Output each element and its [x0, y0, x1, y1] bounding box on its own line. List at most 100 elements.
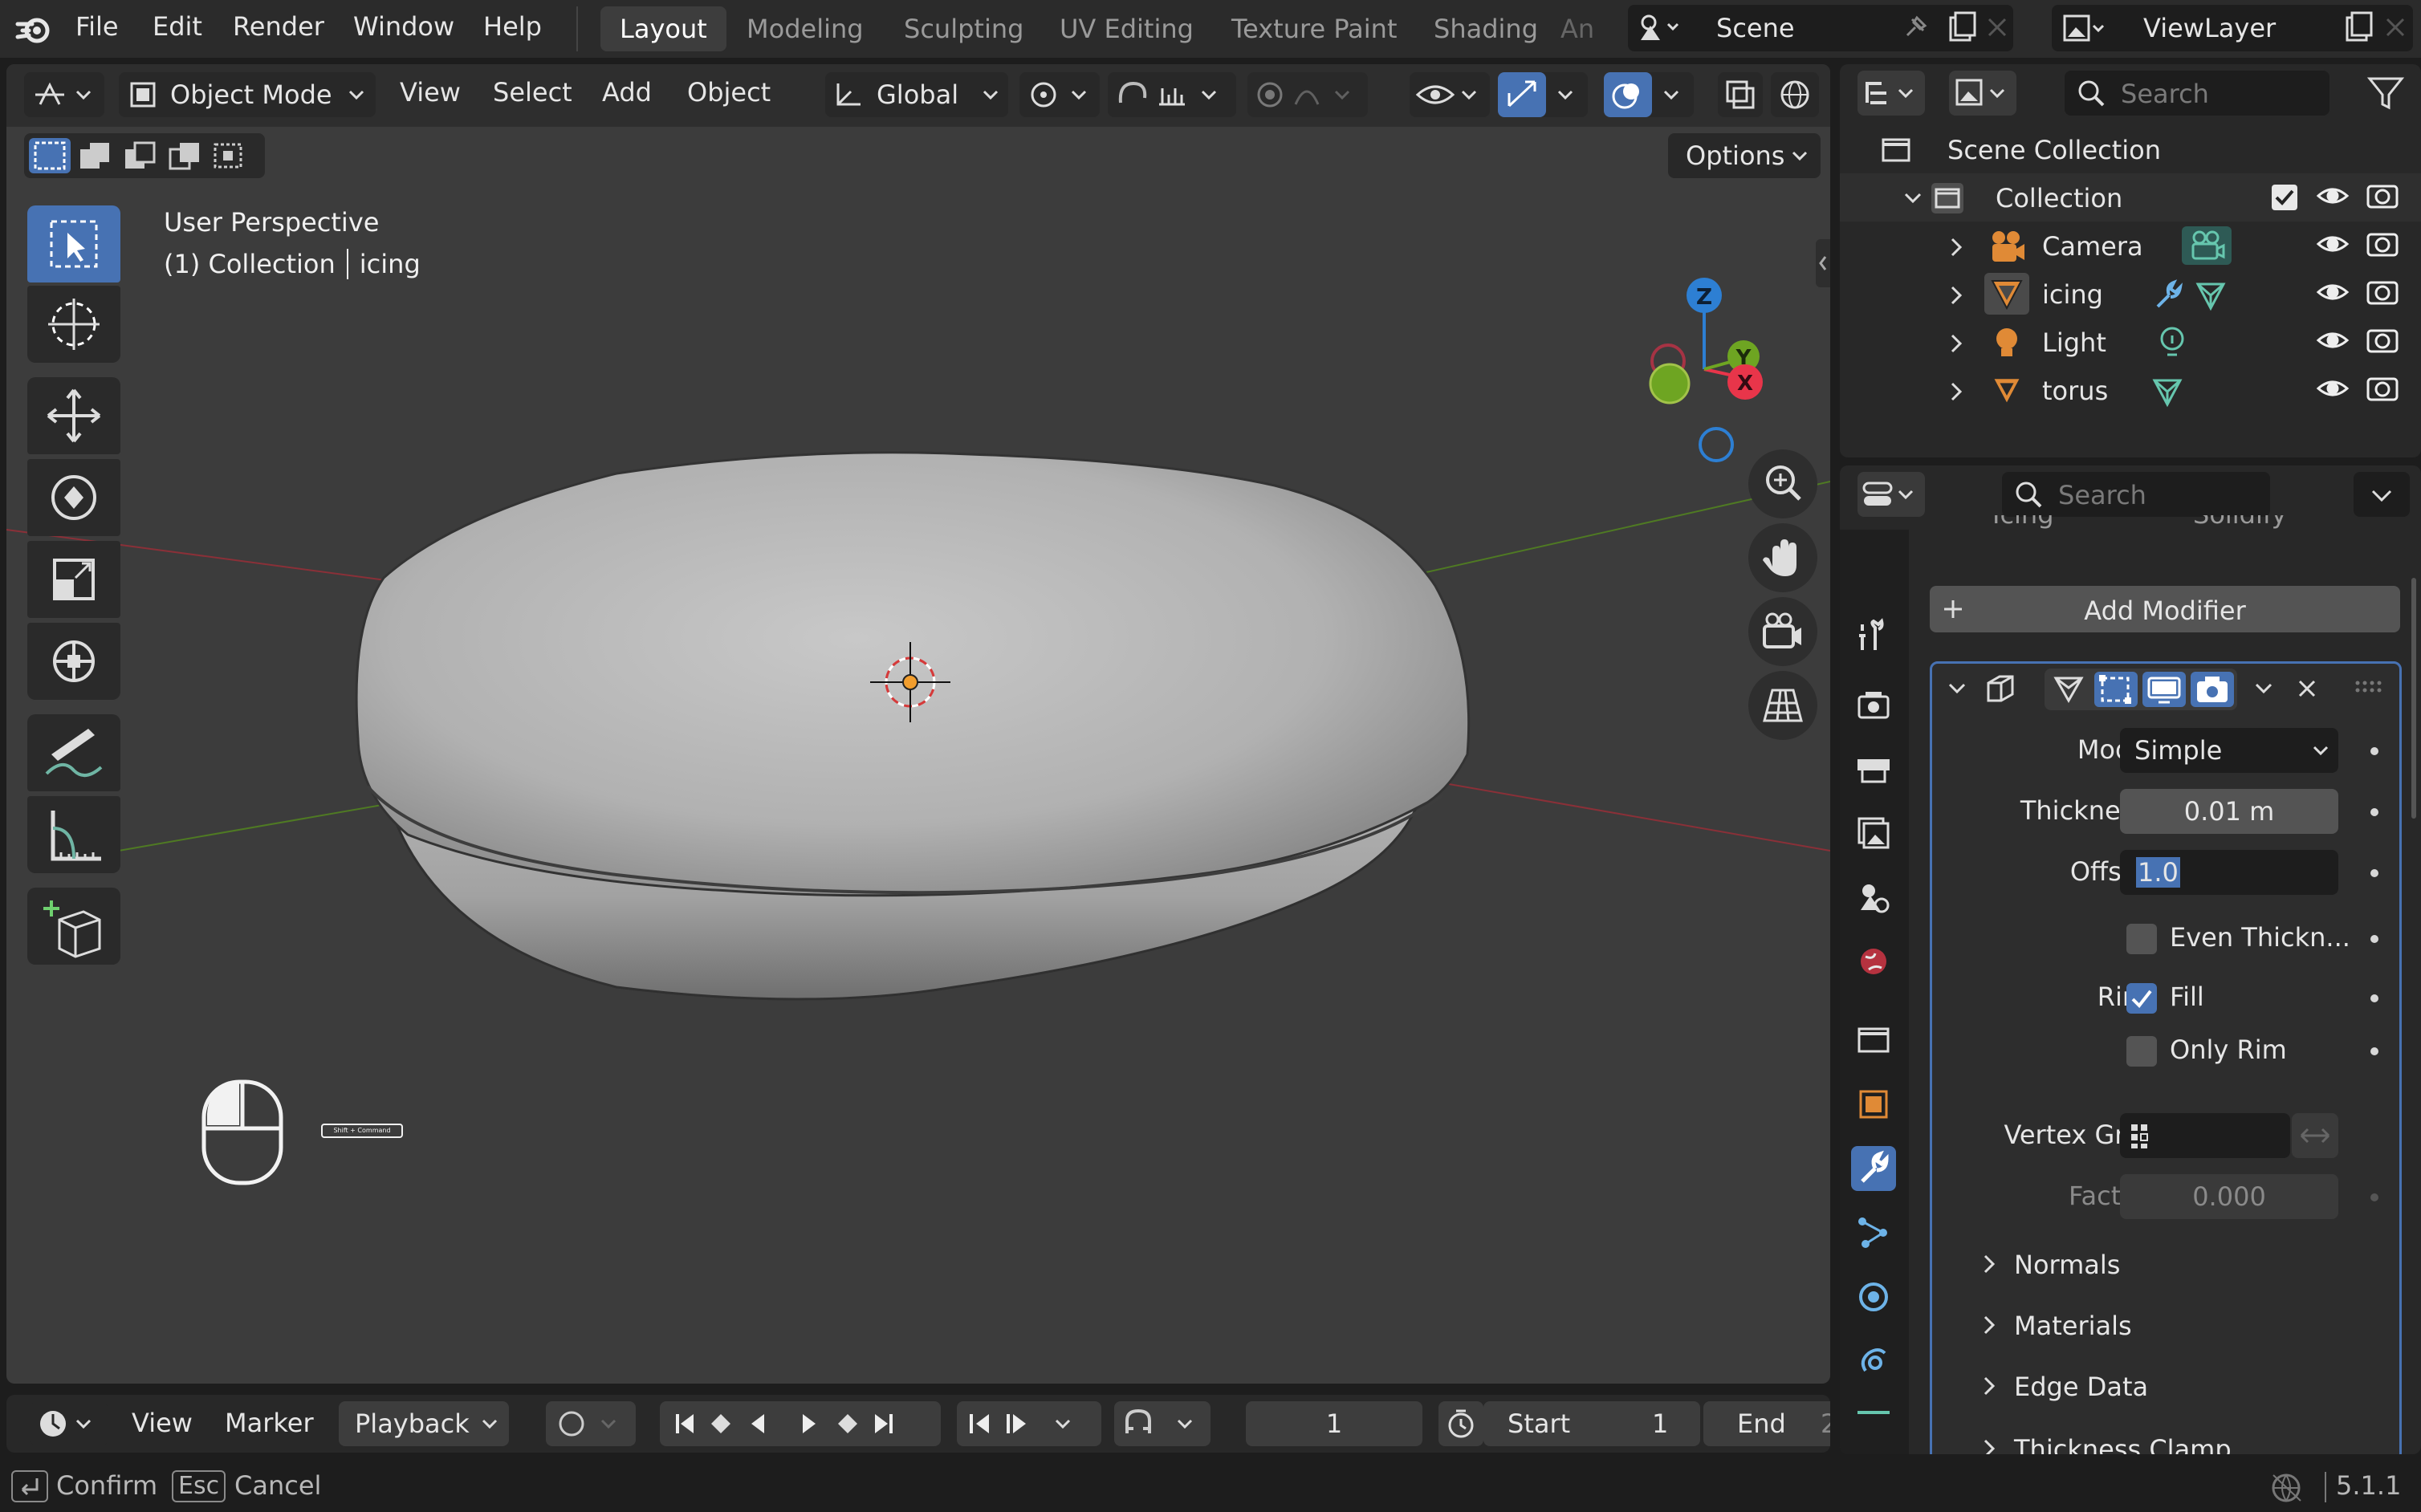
- tab-sculpting[interactable]: Sculpting: [885, 6, 1043, 51]
- light-data-icon[interactable]: [2154, 324, 2190, 361]
- zoom-view-icon[interactable]: [1748, 449, 1817, 518]
- drag-handle-icon[interactable]: [2354, 680, 2383, 697]
- fill-checkbox[interactable]: [2126, 983, 2157, 1014]
- transform-tool[interactable]: [27, 623, 120, 700]
- chevron-right-icon[interactable]: [1947, 236, 1967, 258]
- scale-tool[interactable]: [27, 541, 120, 618]
- world-properties-tab[interactable]: [1851, 939, 1896, 984]
- subpanel-materials[interactable]: Materials: [1932, 1301, 2399, 1349]
- on-cage-toggle-icon[interactable]: [2094, 672, 2138, 707]
- subpanel-edge-data[interactable]: Edge Data: [1932, 1362, 2399, 1410]
- previous-keyframe-icon[interactable]: [705, 1401, 737, 1446]
- viewport-display-toggle-icon[interactable]: [2142, 672, 2186, 707]
- even-thickness-checkbox[interactable]: [2126, 924, 2157, 954]
- particles-properties-tab[interactable]: [1851, 1210, 1896, 1255]
- network-disabled-icon[interactable]: [2268, 1472, 2307, 1504]
- eye-icon[interactable]: [2312, 183, 2354, 424]
- animate-property-dot[interactable]: [2370, 808, 2378, 816]
- camera-data-icon[interactable]: [2182, 226, 2232, 265]
- object-properties-tab[interactable]: [1851, 1082, 1896, 1127]
- animate-property-dot[interactable]: [2370, 1047, 2378, 1055]
- measure-tool[interactable]: [27, 796, 120, 873]
- animate-property-dot[interactable]: [2370, 935, 2378, 943]
- properties-scrollbar[interactable]: [2411, 578, 2416, 819]
- only-rim-checkbox[interactable]: [2126, 1036, 2157, 1067]
- blender-logo-icon[interactable]: [14, 11, 51, 47]
- end-frame-field[interactable]: End 2: [1703, 1401, 1830, 1446]
- next-keyframe-icon[interactable]: [832, 1401, 864, 1446]
- invert-vertex-group-button[interactable]: [2292, 1113, 2338, 1158]
- view-layer-selector[interactable]: ViewLayer: [2052, 5, 2413, 51]
- properties-editor-type-button[interactable]: [1857, 472, 1925, 517]
- tab-texture-paint[interactable]: Texture Paint: [1212, 6, 1417, 51]
- data-properties-tab[interactable]: [1851, 1403, 1896, 1448]
- outliner-row-scene-collection[interactable]: Scene Collection: [1840, 125, 2421, 173]
- subpanel-thickness-clamp[interactable]: Thickness Clamp: [1932, 1425, 2399, 1454]
- rotate-tool[interactable]: [27, 459, 120, 536]
- menu-file[interactable]: File: [75, 11, 119, 42]
- scene-selector[interactable]: Scene: [1628, 5, 2013, 51]
- tab-animation-truncated[interactable]: An: [1554, 6, 1601, 51]
- select-box-tool[interactable]: [27, 205, 120, 282]
- animate-property-dot[interactable]: [2370, 1193, 2378, 1201]
- menu-help[interactable]: Help: [483, 11, 542, 42]
- thickness-field[interactable]: 0.01 m: [2120, 789, 2338, 834]
- scene-properties-tab[interactable]: [1851, 875, 1896, 920]
- menu-window[interactable]: Window: [353, 11, 454, 42]
- mesh-data-icon[interactable]: [2150, 376, 2185, 408]
- factor-field[interactable]: 0.000: [2120, 1174, 2338, 1219]
- display-mode-button[interactable]: [1949, 71, 2016, 116]
- outliner-editor-type-button[interactable]: [1857, 71, 1925, 116]
- collection-checkbox[interactable]: [2272, 185, 2297, 210]
- menu-edit[interactable]: Edit: [153, 11, 202, 42]
- tab-shading[interactable]: Shading: [1414, 6, 1557, 51]
- step-forward-icon[interactable]: [1002, 1401, 1034, 1446]
- pin-icon[interactable]: [1901, 13, 1930, 42]
- close-scene-icon[interactable]: [1986, 16, 2008, 39]
- scene-name[interactable]: Scene: [1716, 13, 1795, 43]
- camera-view-icon[interactable]: [1748, 597, 1817, 666]
- timeline-editor-type-button[interactable]: [31, 1401, 108, 1446]
- move-tool[interactable]: [27, 377, 120, 454]
- physics-properties-tab[interactable]: [1851, 1274, 1896, 1319]
- chevron-down-icon[interactable]: [1945, 677, 1969, 701]
- timeline-snapping-toggle[interactable]: [1114, 1401, 1210, 1446]
- render-camera-icon[interactable]: [2363, 183, 2405, 424]
- navigation-gizmo[interactable]: Z Y X: [1620, 209, 1805, 482]
- 3d-viewport[interactable]: Object Mode View Select Add Object Globa…: [6, 64, 1830, 1384]
- close-view-layer-icon[interactable]: [2384, 16, 2407, 39]
- annotate-tool[interactable]: [27, 714, 120, 791]
- play-icon[interactable]: [793, 1401, 825, 1446]
- outliner-search-input[interactable]: Search: [2065, 71, 2329, 116]
- modifier-properties-tab[interactable]: [1851, 1146, 1896, 1191]
- view-layer-properties-tab[interactable]: [1851, 811, 1896, 856]
- sidebar-toggle-icon[interactable]: [1816, 239, 1830, 287]
- add-cube-tool[interactable]: [27, 888, 120, 965]
- modifier-wrench-icon[interactable]: [2151, 279, 2183, 311]
- current-frame-field[interactable]: 1: [1246, 1401, 1422, 1446]
- remove-modifier-icon[interactable]: [2295, 677, 2319, 701]
- vertex-group-field[interactable]: [2120, 1113, 2290, 1158]
- edit-mode-toggle-icon[interactable]: [2048, 672, 2089, 707]
- chevron-right-icon[interactable]: [1947, 284, 1967, 307]
- add-modifier-button[interactable]: Add Modifier: [1930, 586, 2400, 632]
- tab-uv-editing[interactable]: UV Editing: [1040, 6, 1213, 51]
- subpanel-normals[interactable]: Normals: [1932, 1240, 2399, 1288]
- start-frame-field[interactable]: Start 1: [1483, 1401, 1700, 1446]
- constraints-properties-tab[interactable]: [1851, 1339, 1896, 1384]
- render-properties-tab[interactable]: [1851, 682, 1896, 727]
- menu-render[interactable]: Render: [233, 11, 324, 42]
- collection-properties-tab[interactable]: [1851, 1018, 1896, 1063]
- filter-icon[interactable]: [2365, 72, 2407, 114]
- auto-keying-toggle[interactable]: [546, 1401, 636, 1446]
- properties-search-input[interactable]: Search: [2002, 472, 2270, 517]
- properties-options-dropdown[interactable]: [2354, 472, 2410, 517]
- mesh-data-icon[interactable]: [2193, 279, 2228, 311]
- jump-to-end-icon[interactable]: [869, 1401, 901, 1446]
- animate-property-dot[interactable]: [2370, 869, 2378, 877]
- perspective-toggle-icon[interactable]: [1748, 671, 1817, 740]
- step-back-icon[interactable]: [963, 1401, 995, 1446]
- new-view-layer-icon[interactable]: [2342, 10, 2374, 45]
- view-layer-name[interactable]: ViewLayer: [2143, 13, 2276, 43]
- offset-field-editing[interactable]: 1.0: [2120, 850, 2338, 895]
